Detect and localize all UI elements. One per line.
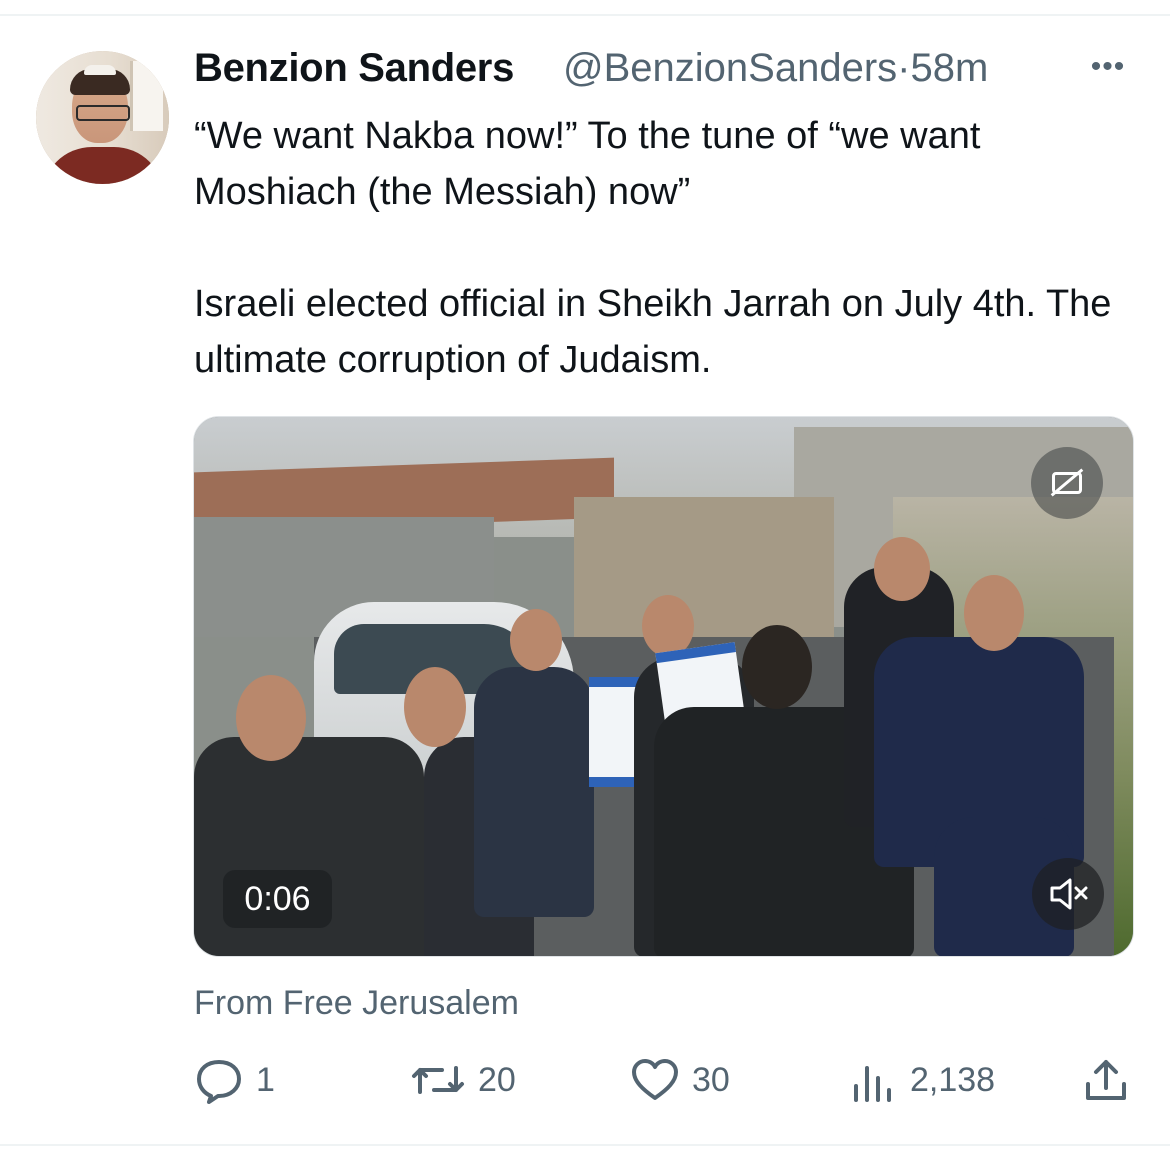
author-avatar[interactable]: [36, 51, 169, 184]
reply-count: 1: [256, 1060, 275, 1099]
tweet-text: “We want Nakba now!” To the tune of “we …: [194, 115, 1112, 381]
video-frame: [194, 417, 1133, 956]
unmute-button[interactable]: [1032, 858, 1104, 930]
share-button[interactable]: [1082, 1056, 1130, 1104]
retweet-button[interactable]: 20: [410, 1056, 516, 1104]
author-name[interactable]: Benzion Sanders: [194, 46, 514, 91]
video-player[interactable]: [193, 416, 1134, 957]
more-options-icon[interactable]: •••: [1086, 52, 1130, 82]
bottom-divider: [0, 1144, 1170, 1146]
speaker-muted-icon: [1050, 878, 1088, 910]
tweet-meta: @BenzionSanders·58m: [563, 46, 988, 91]
views-count: 2,138: [910, 1060, 996, 1099]
like-button[interactable]: 30: [630, 1056, 730, 1104]
captions-off-button[interactable]: [1031, 447, 1103, 519]
top-divider: [0, 14, 1170, 16]
retweet-count: 20: [478, 1060, 516, 1099]
reply-icon: [197, 1060, 241, 1104]
retweet-icon: [412, 1066, 464, 1094]
share-icon: [1086, 1060, 1126, 1100]
reply-button[interactable]: 1: [194, 1056, 275, 1104]
meta-separator: ·: [897, 46, 911, 90]
heart-icon: [632, 1059, 678, 1100]
author-handle[interactable]: @BenzionSanders: [563, 46, 897, 90]
views-icon: [854, 1066, 891, 1102]
source-label[interactable]: From Free Jerusalem: [194, 984, 519, 1023]
tweet-time[interactable]: 58m: [910, 46, 988, 90]
views-button[interactable]: 2,138: [848, 1056, 995, 1104]
like-count: 30: [692, 1060, 730, 1099]
video-timestamp: 0:06: [223, 870, 332, 928]
